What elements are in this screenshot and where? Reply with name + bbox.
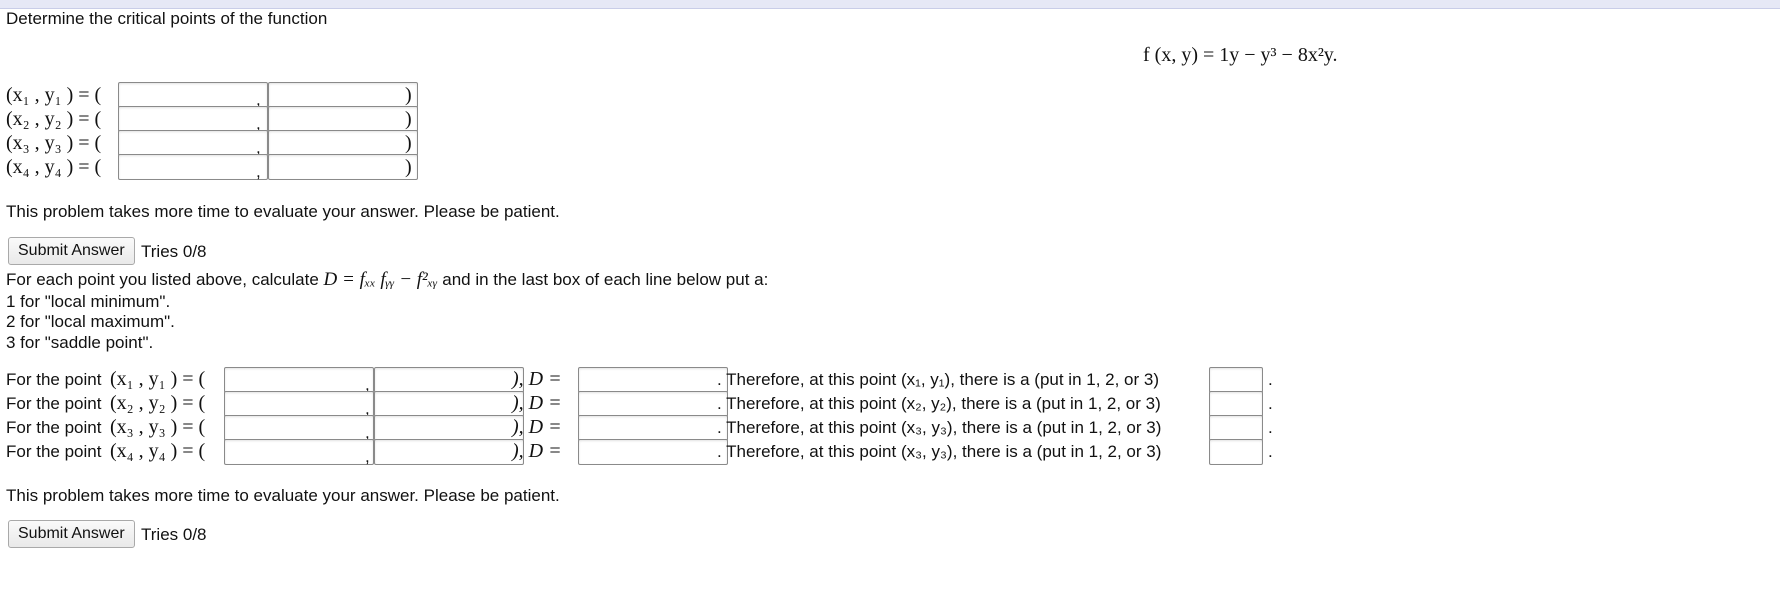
therefore-text: . Therefore, at this point (x₂, y₂), the… xyxy=(717,394,1161,413)
row-point-label: (x₁ , y₁ ) = ( xyxy=(110,368,206,390)
point-label-2: (x₂ , y₂ ) = ( xyxy=(6,108,102,130)
point-2-y-input[interactable] xyxy=(268,106,418,132)
therefore-text: . Therefore, at this point (x₁, y₁), the… xyxy=(717,370,1160,389)
row-2-type-input[interactable] xyxy=(1209,391,1263,417)
point-3-x-input[interactable] xyxy=(118,130,268,156)
row-point-label: (x₄ , y₄ ) = ( xyxy=(110,440,206,462)
period: . xyxy=(1268,394,1273,413)
period: . xyxy=(1268,418,1273,437)
option-local-min: 1 for "local minimum". xyxy=(6,292,171,311)
tries-counter: Tries 0/8 xyxy=(141,242,207,261)
row-prefix: For the point xyxy=(6,442,102,461)
point-1-y-input[interactable] xyxy=(268,82,418,108)
problem-prompt: Determine the critical points of the fun… xyxy=(6,9,328,28)
submit-answer-button[interactable]: Submit Answer xyxy=(8,237,135,265)
point-label-4: (x₄ , y₄ ) = ( xyxy=(6,156,102,178)
row-4-x-input[interactable] xyxy=(224,439,374,465)
row-1-type-input[interactable] xyxy=(1209,367,1263,393)
row-3-y-input[interactable] xyxy=(374,415,524,441)
row-2-d-input[interactable] xyxy=(578,391,728,417)
period: . xyxy=(1268,442,1273,461)
row-3-type-input[interactable] xyxy=(1209,415,1263,441)
row-prefix: For the point xyxy=(6,370,102,389)
patience-notice: This problem takes more time to evaluate… xyxy=(6,202,560,221)
row-2-x-input[interactable] xyxy=(224,391,374,417)
d-label: ), D = xyxy=(512,392,562,414)
point-4-y-input[interactable] xyxy=(268,154,418,180)
row-prefix: For the point xyxy=(6,394,102,413)
option-local-max: 2 for "local maximum". xyxy=(6,312,175,331)
row-4-type-input[interactable] xyxy=(1209,439,1263,465)
close-paren: ) xyxy=(405,132,412,154)
row-3-d-input[interactable] xyxy=(578,415,728,441)
row-1-y-input[interactable] xyxy=(374,367,524,393)
point-2-x-input[interactable] xyxy=(118,106,268,132)
d-label: ), D = xyxy=(512,416,562,438)
row-point-label: (x₂ , y₂ ) = ( xyxy=(110,392,206,414)
instructions-lead: For each point you listed above, calcula… xyxy=(6,270,319,289)
row-prefix: For the point xyxy=(6,418,102,437)
close-paren: ) xyxy=(405,84,412,106)
tries-counter-2: Tries 0/8 xyxy=(141,525,207,544)
point-label-3: (x₃ , y₃ ) = ( xyxy=(6,132,102,154)
row-4-d-input[interactable] xyxy=(578,439,728,465)
discriminant-formula: D = fₓₓ fᵧᵧ − f²ₓᵧ xyxy=(323,269,438,290)
point-4-x-input[interactable] xyxy=(118,154,268,180)
therefore-text: . Therefore, at this point (x₃, y₃), the… xyxy=(717,418,1162,437)
top-strip xyxy=(0,0,1780,9)
function-equation: f (x, y) = 1y − y³ − 8x²y. xyxy=(1143,44,1338,66)
point-3-y-input[interactable] xyxy=(268,130,418,156)
row-1-d-input[interactable] xyxy=(578,367,728,393)
d-label: ), D = xyxy=(512,440,562,462)
instructions-line: For each point you listed above, calcula… xyxy=(6,269,768,291)
close-paren: ) xyxy=(405,156,412,178)
option-saddle: 3 for "saddle point". xyxy=(6,333,154,352)
point-1-x-input[interactable] xyxy=(118,82,268,108)
row-1-x-input[interactable] xyxy=(224,367,374,393)
row-point-label: (x₃ , y₃ ) = ( xyxy=(110,416,206,438)
comma: , xyxy=(256,162,261,181)
close-paren: ) xyxy=(405,108,412,130)
point-label-1: (x₁ , y₁ ) = ( xyxy=(6,84,102,106)
patience-notice-2: This problem takes more time to evaluate… xyxy=(6,486,560,505)
comma: , xyxy=(365,447,370,466)
instructions-tail: and in the last box of each line below p… xyxy=(442,270,769,289)
submit-answer-button-2[interactable]: Submit Answer xyxy=(8,520,135,548)
therefore-text: . Therefore, at this point (x₃, y₃), the… xyxy=(717,442,1162,461)
row-4-y-input[interactable] xyxy=(374,439,524,465)
period: . xyxy=(1268,370,1273,389)
row-2-y-input[interactable] xyxy=(374,391,524,417)
row-3-x-input[interactable] xyxy=(224,415,374,441)
d-label: ), D = xyxy=(512,368,562,390)
